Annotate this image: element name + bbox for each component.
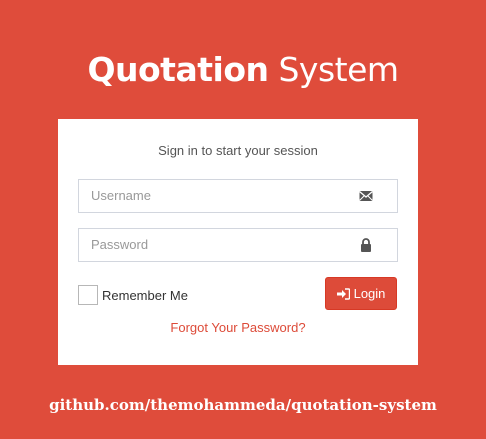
login-button-label: Login xyxy=(353,286,386,301)
username-field-group xyxy=(78,179,398,213)
username-input[interactable] xyxy=(79,180,363,210)
login-button[interactable]: Login xyxy=(325,277,397,310)
remember-label: Remember Me xyxy=(102,287,188,303)
password-input[interactable] xyxy=(79,229,363,259)
app-title: Quotation System xyxy=(0,50,486,90)
sign-in-icon xyxy=(336,287,350,300)
password-field-group xyxy=(78,228,398,262)
forgot-password-link[interactable]: Forgot Your Password? xyxy=(58,320,418,335)
remember-me[interactable]: Remember Me xyxy=(78,284,188,306)
github-footer-text: github.com/themohammeda/quotation-system xyxy=(49,396,437,414)
app-title-light: System xyxy=(268,50,399,89)
lock-icon xyxy=(359,238,373,252)
login-box-message: Sign in to start your session xyxy=(158,143,318,158)
envelope-icon xyxy=(359,189,373,203)
app-title-bold: Quotation xyxy=(87,50,269,89)
remember-checkbox[interactable] xyxy=(78,285,98,305)
login-box: Sign in to start your session Remember M… xyxy=(58,119,418,365)
